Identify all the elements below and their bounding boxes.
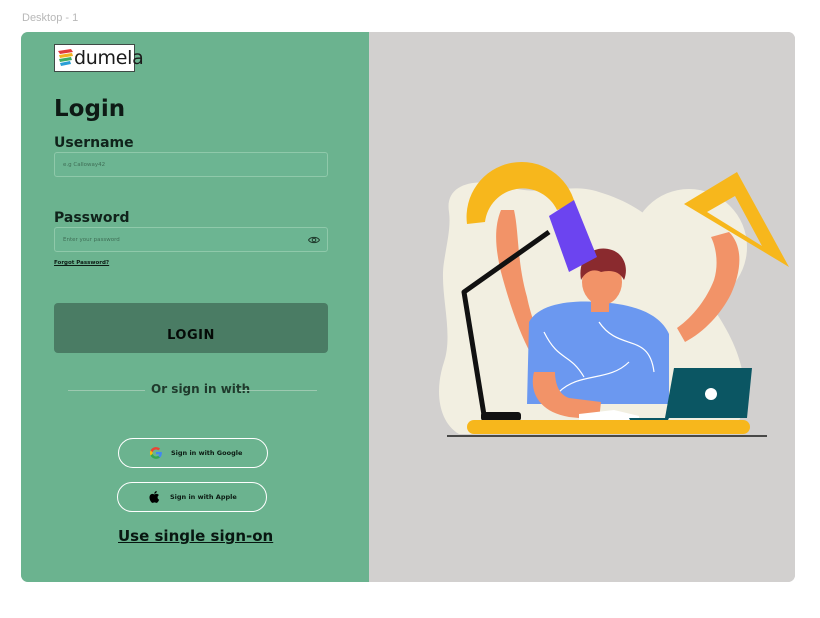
eye-icon[interactable] [308, 234, 320, 246]
apple-icon [149, 491, 160, 503]
page-title: Login [54, 96, 126, 122]
password-input[interactable] [55, 228, 303, 251]
lamp-base [481, 412, 521, 421]
username-field-wrapper [54, 152, 328, 177]
illustration-panel [369, 32, 795, 582]
logo-mark-icon [58, 49, 73, 66]
username-label: Username [54, 135, 134, 151]
frame-label: Desktop - 1 [22, 12, 79, 24]
person-at-desk-illustration [439, 161, 789, 437]
login-panel: dumela Login Username Password Forgot Pa… [21, 32, 369, 582]
login-button[interactable]: LOGIN [54, 303, 328, 353]
divider-line-left [68, 390, 145, 391]
google-icon [149, 447, 162, 459]
apple-signin-label: Sign in with Apple [170, 493, 237, 501]
login-card: dumela Login Username Password Forgot Pa… [21, 32, 795, 582]
username-input[interactable] [55, 153, 303, 176]
divider-text: Or sign in with [151, 382, 251, 396]
single-sign-on-link[interactable]: Use single sign-on [118, 527, 273, 545]
brand-name: dumela [74, 47, 144, 69]
forgot-password-link[interactable]: Forgot Password? [54, 260, 109, 266]
divider-line-right [239, 390, 317, 391]
google-signin-button[interactable]: Sign in with Google [118, 438, 268, 468]
password-field-wrapper [54, 227, 328, 252]
desk [467, 420, 750, 434]
apple-signin-button[interactable]: Sign in with Apple [117, 482, 267, 512]
google-signin-label: Sign in with Google [171, 449, 243, 457]
password-label: Password [54, 210, 130, 226]
brand-logo: dumela [54, 44, 144, 72]
